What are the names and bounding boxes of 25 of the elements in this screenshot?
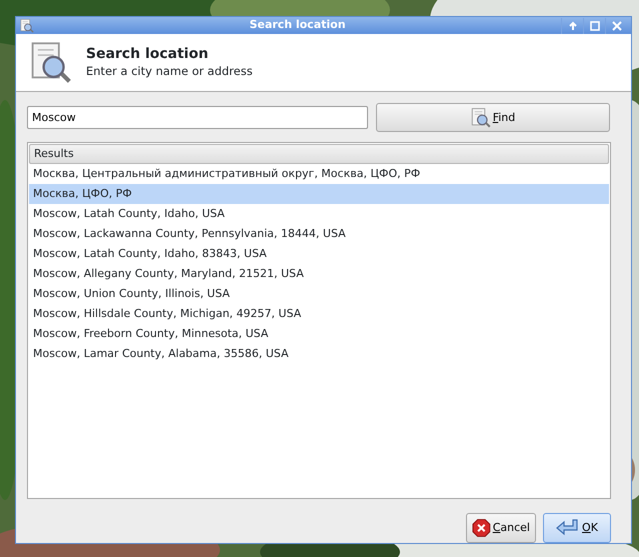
window-title: Search location (248, 17, 347, 34)
find-button[interactable]: Find (376, 103, 610, 132)
result-row[interactable]: Moscow, Latah County, Idaho, USA (29, 204, 609, 224)
result-row[interactable]: Moscow, Hillsdale County, Michigan, 49257, USA (29, 304, 609, 324)
result-row[interactable]: Moscow, Union County, Illinois, USA (29, 284, 609, 304)
up-arrow-icon (566, 20, 578, 32)
column-header[interactable]: Results (29, 144, 609, 164)
result-row[interactable]: Moscow, Allegany County, Maryland, 21521, USA (29, 264, 609, 284)
result-row[interactable]: Москва, Центральный административный округ, Москва, ЦФО, РФ (29, 164, 609, 184)
result-row[interactable]: Moscow, Lackawanna County, Pennsylvania, 18444, USA (29, 224, 609, 244)
result-row[interactable]: Moscow, Freeborn County, Minnesota, USA (29, 324, 609, 344)
dialog-heading: Search location (86, 46, 210, 63)
dialog-subtitle: Enter a city name or address (86, 62, 253, 80)
return-arrow-icon (556, 518, 580, 538)
ok-button[interactable]: OK (543, 513, 611, 543)
search-icon (470, 108, 491, 128)
maximize-icon (588, 20, 600, 32)
search-document-icon (30, 42, 72, 84)
cancel-button[interactable]: Cancel (466, 513, 536, 543)
result-row[interactable]: Москва, ЦФО, РФ (29, 184, 609, 204)
search-field[interactable]: Moscow (27, 106, 368, 130)
stop-icon (472, 518, 491, 538)
result-row[interactable]: Moscow, Lamar County, Alabama, 35586, USA (29, 344, 609, 364)
result-row[interactable]: Moscow, Latah County, Idaho, 83843, USA (29, 244, 609, 264)
close-icon (610, 20, 622, 32)
